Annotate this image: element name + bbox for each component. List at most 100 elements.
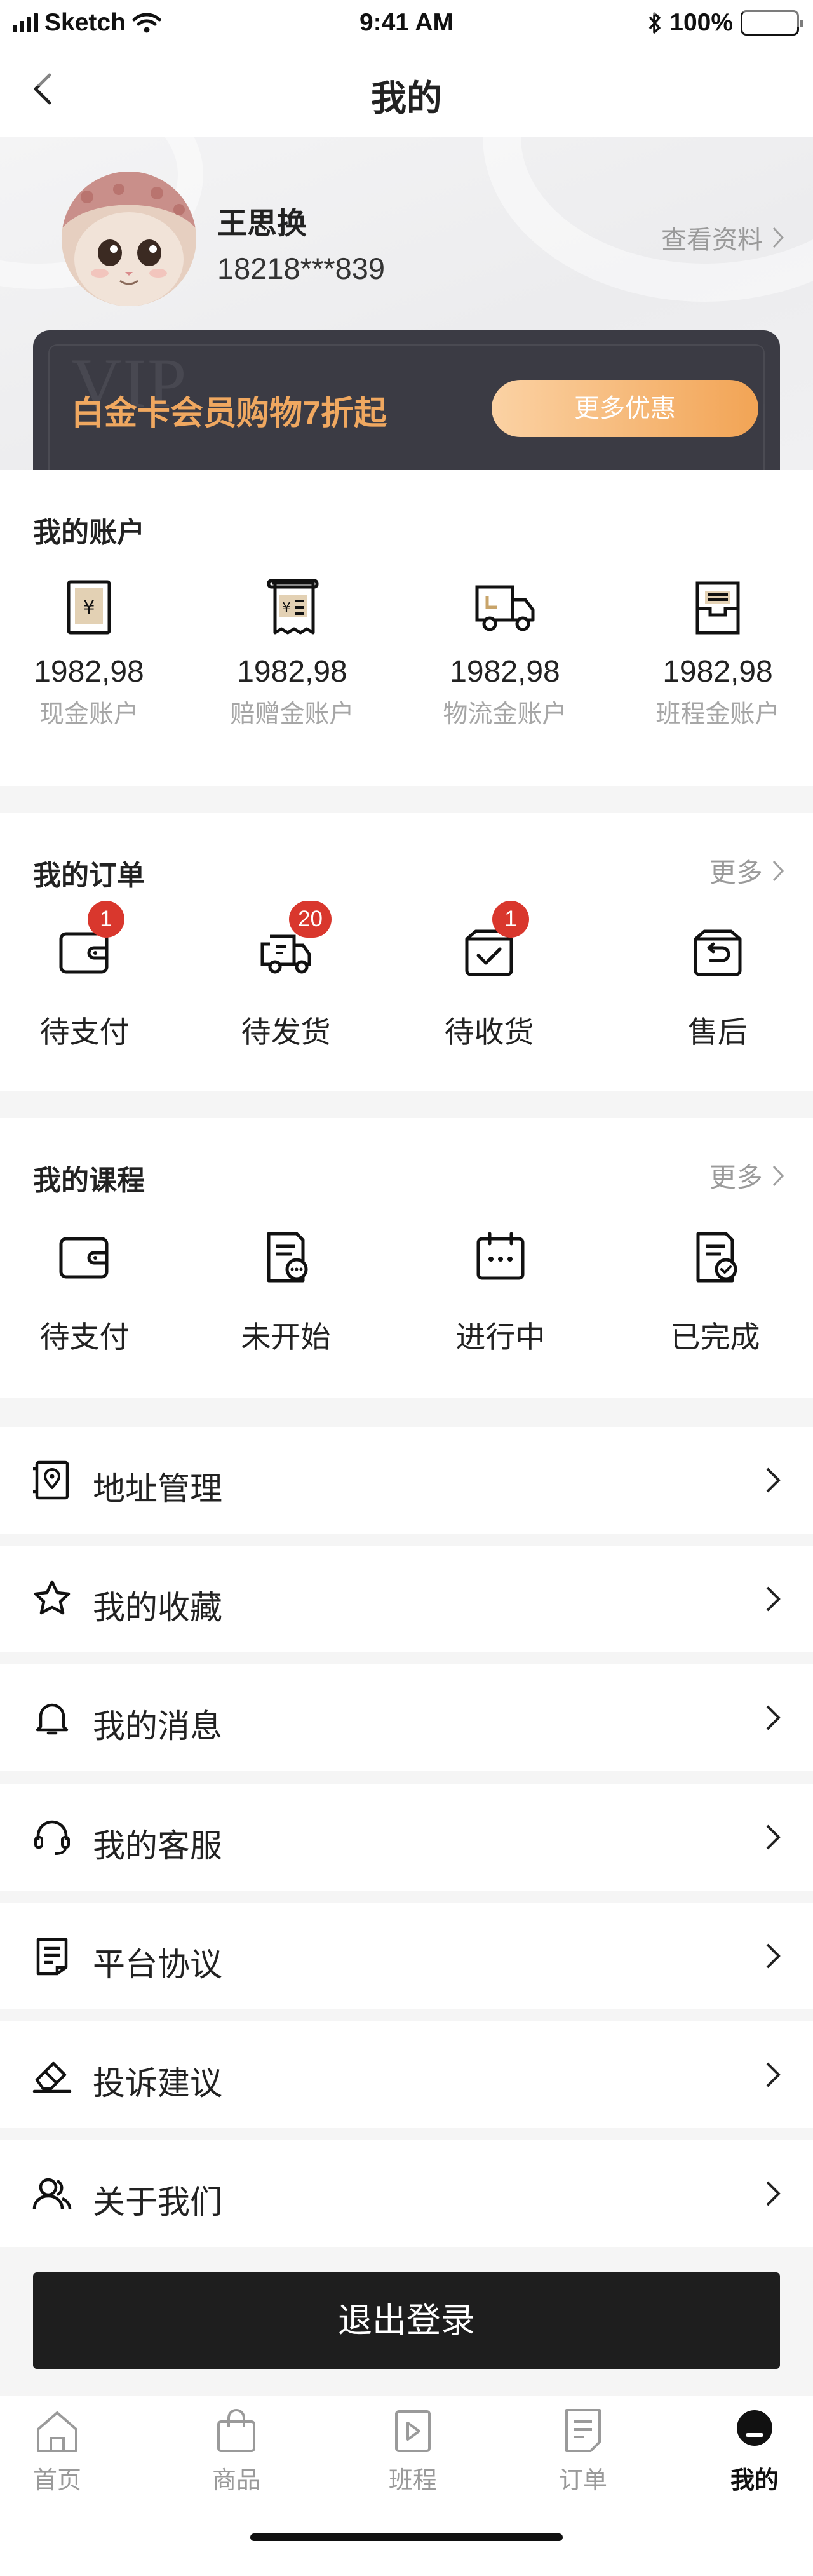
chevron-right-icon [766,1824,781,1850]
tab-label: 我的 [730,2467,779,2494]
order-pending-shipment[interactable]: 20 待发货 [203,901,368,1051]
users-icon [32,2178,72,2209]
accounts-card: 我的账户 ¥ 1982,98 现金账户 ¥ 1982,98 赔赠金账户 1982… [0,470,813,786]
tab-label: 首页 [32,2467,81,2494]
course-in-progress[interactable]: 进行中 [418,1229,583,1356]
more-offers-button[interactable]: 更多优惠 [492,380,758,437]
cash-icon: ¥ [67,580,111,635]
tab-bar: 首页 商品 班程 订单 我的 [0,2396,813,2500]
order-label: 售后 [688,1015,748,1049]
tab-home[interactable]: 首页 [6,2405,108,2495]
wallet-icon [59,1237,109,1279]
order-badge: 1 [492,901,529,938]
menu-item-feedback[interactable]: 投诉建议 [0,2021,813,2128]
account-item-logistics[interactable]: 1982,98 物流金账户 [403,578,607,730]
courses-card: 我的课程 更多 待支付 未开始 进行中 已完成 [0,1118,813,1398]
chevron-right-icon [766,1943,781,1969]
play-icon [395,2410,431,2452]
chevron-right-icon [772,860,784,881]
truck-icon [475,585,535,631]
return-icon [694,929,742,976]
order-badge: 20 [289,901,332,938]
chevron-right-icon [766,1586,781,1612]
user-phone: 18218***839 [217,252,385,285]
order-after-sales[interactable]: 售后 [635,924,800,1051]
home-icon [37,2411,77,2452]
tab-courses[interactable]: 班程 [362,2405,464,2495]
view-profile-label: 查看资料 [661,226,763,254]
chevron-right-icon [772,227,784,248]
tab-label: 商品 [212,2467,260,2494]
cat-avatar-image [62,172,196,306]
home-indicator [0,2500,813,2576]
menu-label: 我的收藏 [93,1589,223,1626]
course-pending-payment[interactable]: 待支付 [2,1229,167,1356]
account-value: 1982,98 [662,655,773,689]
receipt-icon: ¥ [267,579,319,635]
more-label: 更多 [709,858,763,887]
order-pending-receipt[interactable]: 1 待收货 [406,901,572,1051]
menu-item-address[interactable]: 地址管理 [0,1427,813,1534]
view-profile-link[interactable]: 查看资料 [661,219,784,256]
order-label: 待支付 [39,1015,130,1049]
course-label: 进行中 [455,1320,546,1354]
orders-title: 我的订单 [33,860,145,891]
menu-item-favorites[interactable]: 我的收藏 [0,1546,813,1652]
course-label: 未开始 [241,1320,331,1354]
menu-label: 我的客服 [93,1828,223,1864]
star-icon [34,1580,71,1615]
account-label: 班程金账户 [655,701,780,728]
orders-more-link[interactable]: 更多 [709,851,784,890]
menu-label: 平台协议 [93,1946,223,1983]
account-label: 现金账户 [39,701,138,728]
courses-more-link[interactable]: 更多 [709,1156,784,1195]
chevron-right-icon [772,1165,784,1186]
svg-text:¥: ¥ [282,600,291,616]
account-value: 1982,98 [450,655,560,689]
account-item-course[interactable]: 1982,98 班程金账户 [616,578,813,730]
tab-label: 订单 [558,2467,607,2494]
courses-title: 我的课程 [33,1165,145,1196]
vip-promo-text: 白金卡会员购物7折起 [71,395,387,432]
account-value: 1982,98 [237,655,347,689]
vip-card: VIP 白金卡会员购物7折起 更多优惠 [33,330,780,489]
chevron-right-icon [766,1705,781,1730]
menu-item-customer-service[interactable]: 我的客服 [0,1784,813,1891]
course-not-started[interactable]: 未开始 [203,1229,368,1356]
address-book-icon [33,1460,69,1500]
profile-header: 王思换 18218***839 查看资料 VIP 白金卡会员购物7折起 更多优惠 [0,0,813,489]
eraser-icon [32,2061,72,2093]
course-label: 已完成 [670,1320,760,1354]
tab-orders[interactable]: 订单 [532,2405,634,2495]
order-badge: 1 [88,901,124,938]
course-completed[interactable]: 已完成 [633,1229,798,1356]
tab-label: 班程 [388,2467,437,2494]
account-item-compensation[interactable]: ¥ 1982,98 赔赠金账户 [191,578,394,730]
menu-item-agreement[interactable]: 平台协议 [0,1903,813,2009]
order-label: 待收货 [444,1015,534,1049]
menu-label: 我的消息 [93,1708,223,1744]
inbox-icon [695,581,740,635]
menu-item-about[interactable]: 关于我们 [0,2140,813,2247]
course-label: 待支付 [39,1320,130,1354]
menu-label: 投诉建议 [93,2065,223,2101]
order-pending-payment[interactable]: 1 待支付 [2,901,167,1051]
user-name: 王思换 [217,206,307,240]
doc-done-icon [696,1232,737,1283]
bag-icon [217,2409,255,2452]
account-item-cash[interactable]: ¥ 1982,98 现金账户 [0,578,191,730]
order-icon [565,2409,601,2452]
calendar-icon [476,1232,525,1280]
logout-button[interactable]: 退出登录 [33,2272,780,2369]
tab-mine[interactable]: 我的 [704,2405,805,2495]
bg-swirl [483,0,813,302]
accounts-title: 我的账户 [33,517,145,548]
tab-products[interactable]: 商品 [185,2405,287,2495]
svg-text:¥: ¥ [83,597,95,619]
avatar[interactable] [62,172,196,306]
doc-pending-icon [267,1232,308,1283]
menu-item-messages[interactable]: 我的消息 [0,1664,813,1771]
chevron-right-icon [766,2062,781,2087]
document-icon [36,1938,68,1976]
account-label: 赔赠金账户 [230,701,354,728]
